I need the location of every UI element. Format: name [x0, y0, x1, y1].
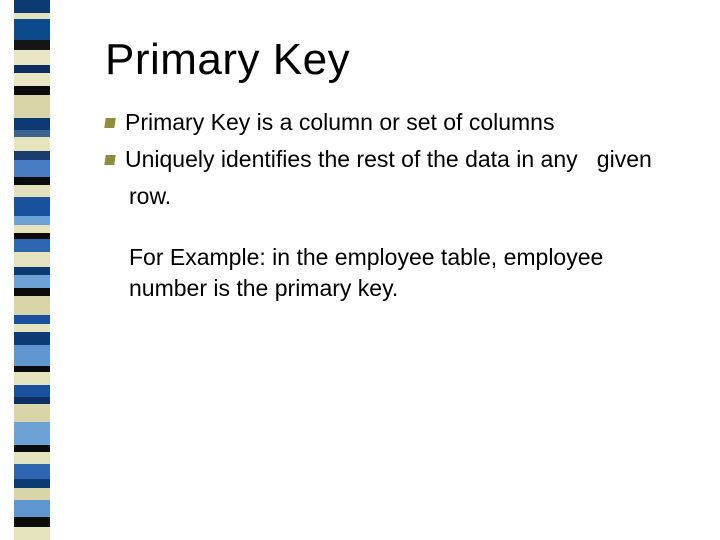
stripe — [14, 385, 50, 396]
bullet-icon — [104, 118, 115, 128]
bullet-text: Uniquely identifies the rest of the data… — [125, 146, 578, 172]
content-area: Primary Key Primary Key is a column or s… — [105, 35, 680, 304]
stripe — [14, 95, 50, 118]
stripe — [14, 130, 50, 138]
decorative-sidebar — [14, 0, 50, 540]
example-block: For Example: in the employee table, empl… — [105, 242, 680, 304]
stripe — [14, 86, 50, 96]
stripe — [14, 40, 50, 50]
stripe — [14, 118, 50, 129]
stripe — [14, 50, 50, 65]
stripe — [14, 404, 50, 421]
slide: Primary Key Primary Key is a column or s… — [0, 0, 720, 540]
example-line: number is the primary key. — [129, 273, 680, 304]
stripe — [14, 267, 50, 275]
stripe — [14, 397, 50, 405]
bullet-icon — [104, 155, 115, 165]
stripe — [14, 345, 50, 366]
stripe — [14, 324, 50, 332]
stripe — [14, 517, 50, 527]
stripe — [14, 225, 50, 233]
stripe — [14, 315, 50, 325]
bullet-text: given — [597, 146, 652, 172]
stripe — [14, 296, 50, 315]
stripe — [14, 151, 50, 161]
stripe — [14, 332, 50, 345]
stripe — [14, 160, 50, 177]
stripe — [14, 275, 50, 288]
stripe — [14, 137, 50, 150]
stripe — [14, 65, 50, 73]
stripe — [14, 464, 50, 479]
stripe — [14, 177, 50, 185]
stripe — [14, 216, 50, 226]
stripe — [14, 422, 50, 445]
bullet-text: Primary Key is a column or set of column… — [125, 109, 554, 135]
stripe — [14, 288, 50, 296]
stripe — [14, 445, 50, 453]
stripe — [14, 239, 50, 252]
stripe — [14, 73, 50, 86]
stripe — [14, 252, 50, 267]
spacer — [105, 212, 680, 242]
stripe — [14, 372, 50, 385]
stripe — [14, 527, 50, 540]
bullet-item: Uniquely identifies the rest of the data… — [105, 144, 680, 175]
slide-title: Primary Key — [105, 35, 680, 85]
stripe — [14, 488, 50, 499]
stripe — [14, 452, 50, 463]
example-line: For Example: in the employee table, empl… — [129, 242, 680, 273]
stripe — [14, 185, 50, 196]
stripe — [14, 479, 50, 489]
bullet-continuation: row. — [105, 181, 680, 212]
stripe — [14, 0, 50, 13]
stripe — [14, 19, 50, 40]
stripe — [14, 500, 50, 517]
stripe — [14, 197, 50, 216]
bullet-item: Primary Key is a column or set of column… — [105, 107, 680, 138]
bullet-list: Primary Key is a column or set of column… — [105, 107, 680, 304]
